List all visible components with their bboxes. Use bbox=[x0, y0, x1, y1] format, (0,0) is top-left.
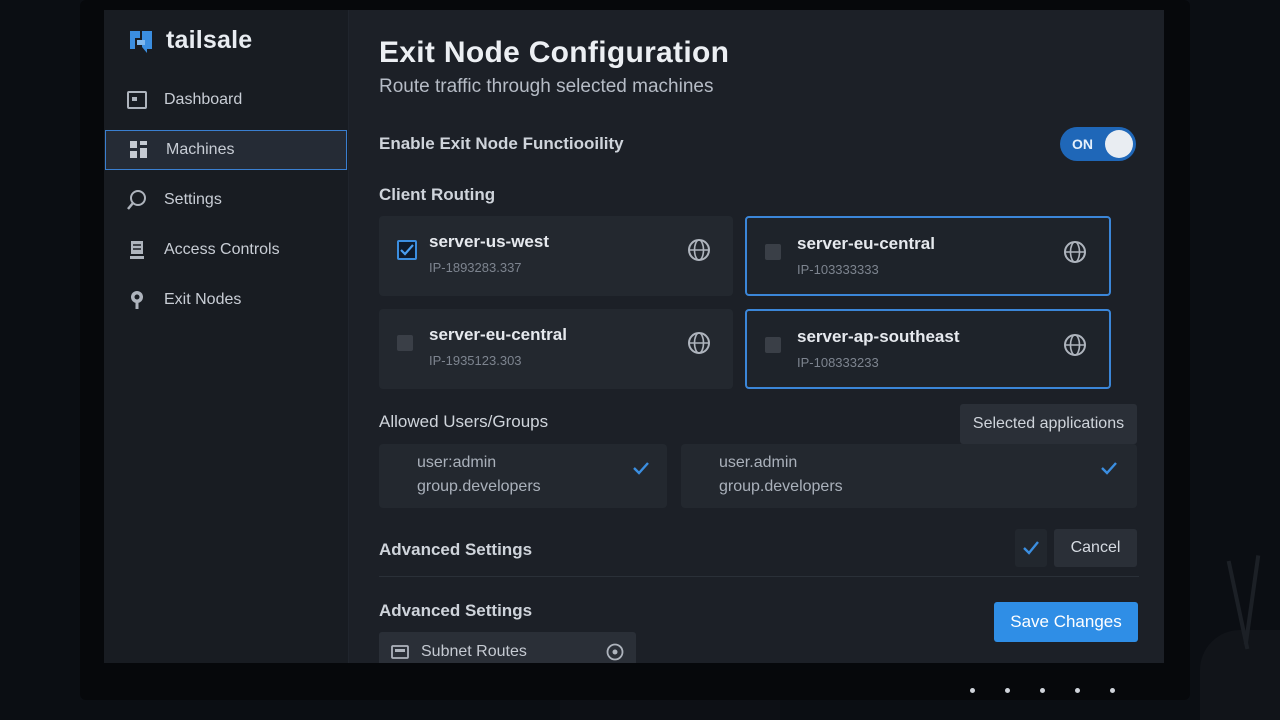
sidebar: tailsale Dashboard Machines Settings Acc… bbox=[104, 10, 349, 663]
grid-icon bbox=[128, 139, 150, 161]
page-title: Exit Node Configuration bbox=[379, 36, 730, 69]
main-content: Exit Node Configuration Route traffic th… bbox=[379, 10, 1149, 663]
sidebar-nav: Dashboard Machines Settings Access Contr… bbox=[104, 80, 348, 330]
machine-card[interactable]: server-eu-central IP-103333333 bbox=[745, 216, 1111, 296]
check-icon bbox=[633, 462, 649, 475]
page-subtitle: Route traffic through selected machines bbox=[379, 76, 714, 97]
add-circle-icon[interactable] bbox=[606, 643, 624, 661]
sidebar-item-label: Exit Nodes bbox=[164, 291, 242, 308]
sidebar-item-access-controls[interactable]: Access Controls bbox=[104, 230, 348, 270]
check-icon bbox=[1023, 541, 1039, 555]
cancel-button[interactable]: Cancel bbox=[1054, 529, 1137, 567]
checkbox[interactable] bbox=[765, 244, 781, 260]
save-changes-button[interactable]: Save Changes bbox=[994, 602, 1138, 642]
confirm-button[interactable] bbox=[1015, 529, 1047, 567]
folder-icon bbox=[391, 645, 409, 659]
globe-icon bbox=[688, 239, 710, 261]
sidebar-item-label: Settings bbox=[164, 191, 222, 208]
machine-card[interactable]: server-eu-central IP-1935123.303 bbox=[379, 309, 733, 389]
client-routing-label: Client Routing bbox=[379, 185, 496, 204]
user-group-card[interactable]: user.admin group.developers bbox=[681, 444, 1137, 508]
advanced-settings-section-title: Advanced Settings bbox=[379, 601, 533, 620]
location-pin-icon bbox=[126, 289, 148, 311]
machine-name: server-eu-central bbox=[797, 234, 935, 253]
machine-card[interactable]: server-us-west IP-1893283.337 bbox=[379, 216, 733, 296]
user-group-card[interactable]: user:admin group.developers bbox=[379, 444, 667, 508]
globe-icon bbox=[688, 332, 710, 354]
monitor-button bbox=[970, 688, 975, 693]
machine-name: server-eu-central bbox=[429, 325, 567, 344]
machine-ip: IP-103333333 bbox=[797, 262, 879, 277]
machine-ip: IP-108333233 bbox=[797, 355, 879, 370]
user-entry: user:admin bbox=[417, 454, 497, 471]
globe-icon bbox=[1064, 334, 1086, 356]
checkbox[interactable] bbox=[765, 337, 781, 353]
dashboard-icon bbox=[126, 89, 148, 111]
sidebar-item-label: Machines bbox=[166, 141, 235, 158]
monitor-button bbox=[1005, 688, 1010, 693]
selected-applications-button[interactable]: Selected applications bbox=[960, 404, 1137, 444]
sidebar-item-label: Dashboard bbox=[164, 91, 243, 108]
check-icon bbox=[1101, 462, 1117, 475]
group-entry: group.developers bbox=[417, 478, 541, 495]
advanced-settings-header[interactable]: Advanced Settings bbox=[379, 540, 532, 560]
monitor-control-dots bbox=[970, 688, 1115, 693]
sidebar-item-machines[interactable]: Machines bbox=[105, 130, 347, 170]
machine-name: server-ap-southeast bbox=[797, 327, 960, 346]
machine-name: server-us-west bbox=[429, 232, 550, 251]
machine-card[interactable]: server-ap-southeast IP-108333233 bbox=[745, 309, 1111, 389]
user-entry: user.admin bbox=[719, 454, 798, 471]
machine-ip: IP-1935123.303 bbox=[429, 353, 522, 368]
server-icon bbox=[126, 239, 148, 261]
monitor-stand bbox=[560, 700, 780, 720]
toggle-knob bbox=[1105, 130, 1133, 158]
machine-ip: IP-1893283.337 bbox=[429, 260, 522, 275]
divider bbox=[379, 576, 1139, 577]
tailsale-logo-icon bbox=[130, 30, 152, 53]
search-icon bbox=[126, 189, 148, 211]
pen-cup bbox=[1200, 630, 1280, 720]
brand[interactable]: tailsale bbox=[126, 26, 252, 55]
checkbox[interactable] bbox=[397, 335, 413, 351]
enable-exit-node-label: Enable Exit Node Functiooility bbox=[379, 134, 624, 153]
subnet-routes-row[interactable]: Subnet Routes bbox=[379, 632, 636, 663]
sidebar-item-settings[interactable]: Settings bbox=[104, 180, 348, 220]
checkbox-checked[interactable] bbox=[397, 240, 417, 260]
monitor-button bbox=[1110, 688, 1115, 693]
globe-icon bbox=[1064, 241, 1086, 263]
group-entry: group.developers bbox=[719, 478, 843, 495]
sidebar-item-exit-nodes[interactable]: Exit Nodes bbox=[104, 280, 348, 320]
brand-name: tailsale bbox=[166, 26, 253, 54]
subnet-routes-label: Subnet Routes bbox=[421, 643, 527, 660]
sidebar-item-dashboard[interactable]: Dashboard bbox=[104, 80, 348, 120]
toggle-state-label: ON bbox=[1072, 136, 1093, 152]
exit-node-toggle[interactable]: ON bbox=[1060, 127, 1136, 161]
monitor-button bbox=[1075, 688, 1080, 693]
allowed-users-label: Allowed Users/Groups bbox=[379, 412, 549, 431]
app-window: tailsale Dashboard Machines Settings Acc… bbox=[104, 10, 1164, 663]
sidebar-item-label: Access Controls bbox=[164, 241, 280, 258]
monitor-button bbox=[1040, 688, 1045, 693]
